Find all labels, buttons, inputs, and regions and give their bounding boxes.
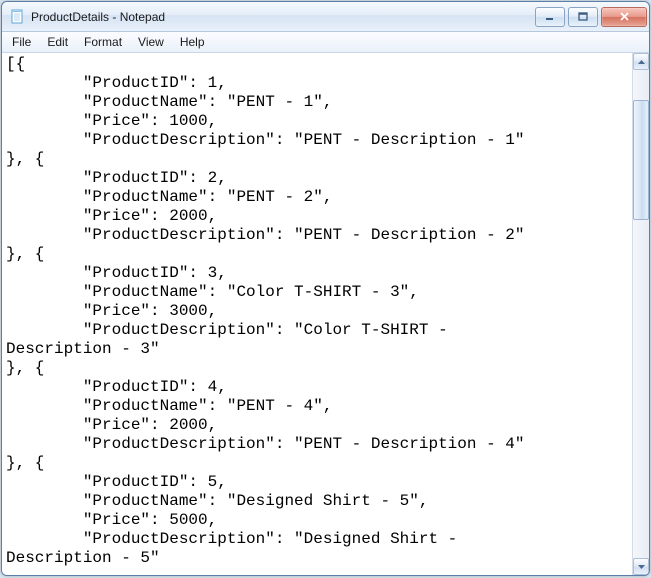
- scroll-track[interactable]: [633, 70, 649, 558]
- minimize-button[interactable]: [535, 7, 565, 27]
- titlebar[interactable]: ProductDetails - Notepad: [2, 2, 649, 32]
- minimize-icon: [545, 12, 555, 22]
- chevron-down-icon: [638, 565, 645, 569]
- window-title: ProductDetails - Notepad: [31, 10, 532, 24]
- window-controls: [532, 7, 647, 27]
- notepad-icon: [10, 9, 26, 25]
- notepad-window: ProductDetails - Notepad File Edit Forma…: [1, 1, 650, 576]
- menu-file[interactable]: File: [4, 33, 39, 51]
- chevron-up-icon: [638, 60, 645, 64]
- menu-help[interactable]: Help: [172, 33, 213, 51]
- vertical-scrollbar[interactable]: [632, 53, 649, 575]
- maximize-icon: [578, 12, 588, 22]
- maximize-button[interactable]: [568, 7, 598, 27]
- client-area: [{ "ProductID": 1, "ProductName": "PENT …: [2, 53, 649, 575]
- menu-edit[interactable]: Edit: [39, 33, 76, 51]
- scroll-down-button[interactable]: [633, 558, 649, 575]
- text-content[interactable]: [{ "ProductID": 1, "ProductName": "PENT …: [2, 53, 632, 575]
- close-icon: [619, 12, 630, 22]
- menu-view[interactable]: View: [130, 33, 172, 51]
- menu-format[interactable]: Format: [76, 33, 130, 51]
- menubar: File Edit Format View Help: [2, 32, 649, 53]
- close-button[interactable]: [601, 7, 647, 27]
- scroll-up-button[interactable]: [633, 53, 649, 70]
- scroll-thumb[interactable]: [633, 100, 649, 220]
